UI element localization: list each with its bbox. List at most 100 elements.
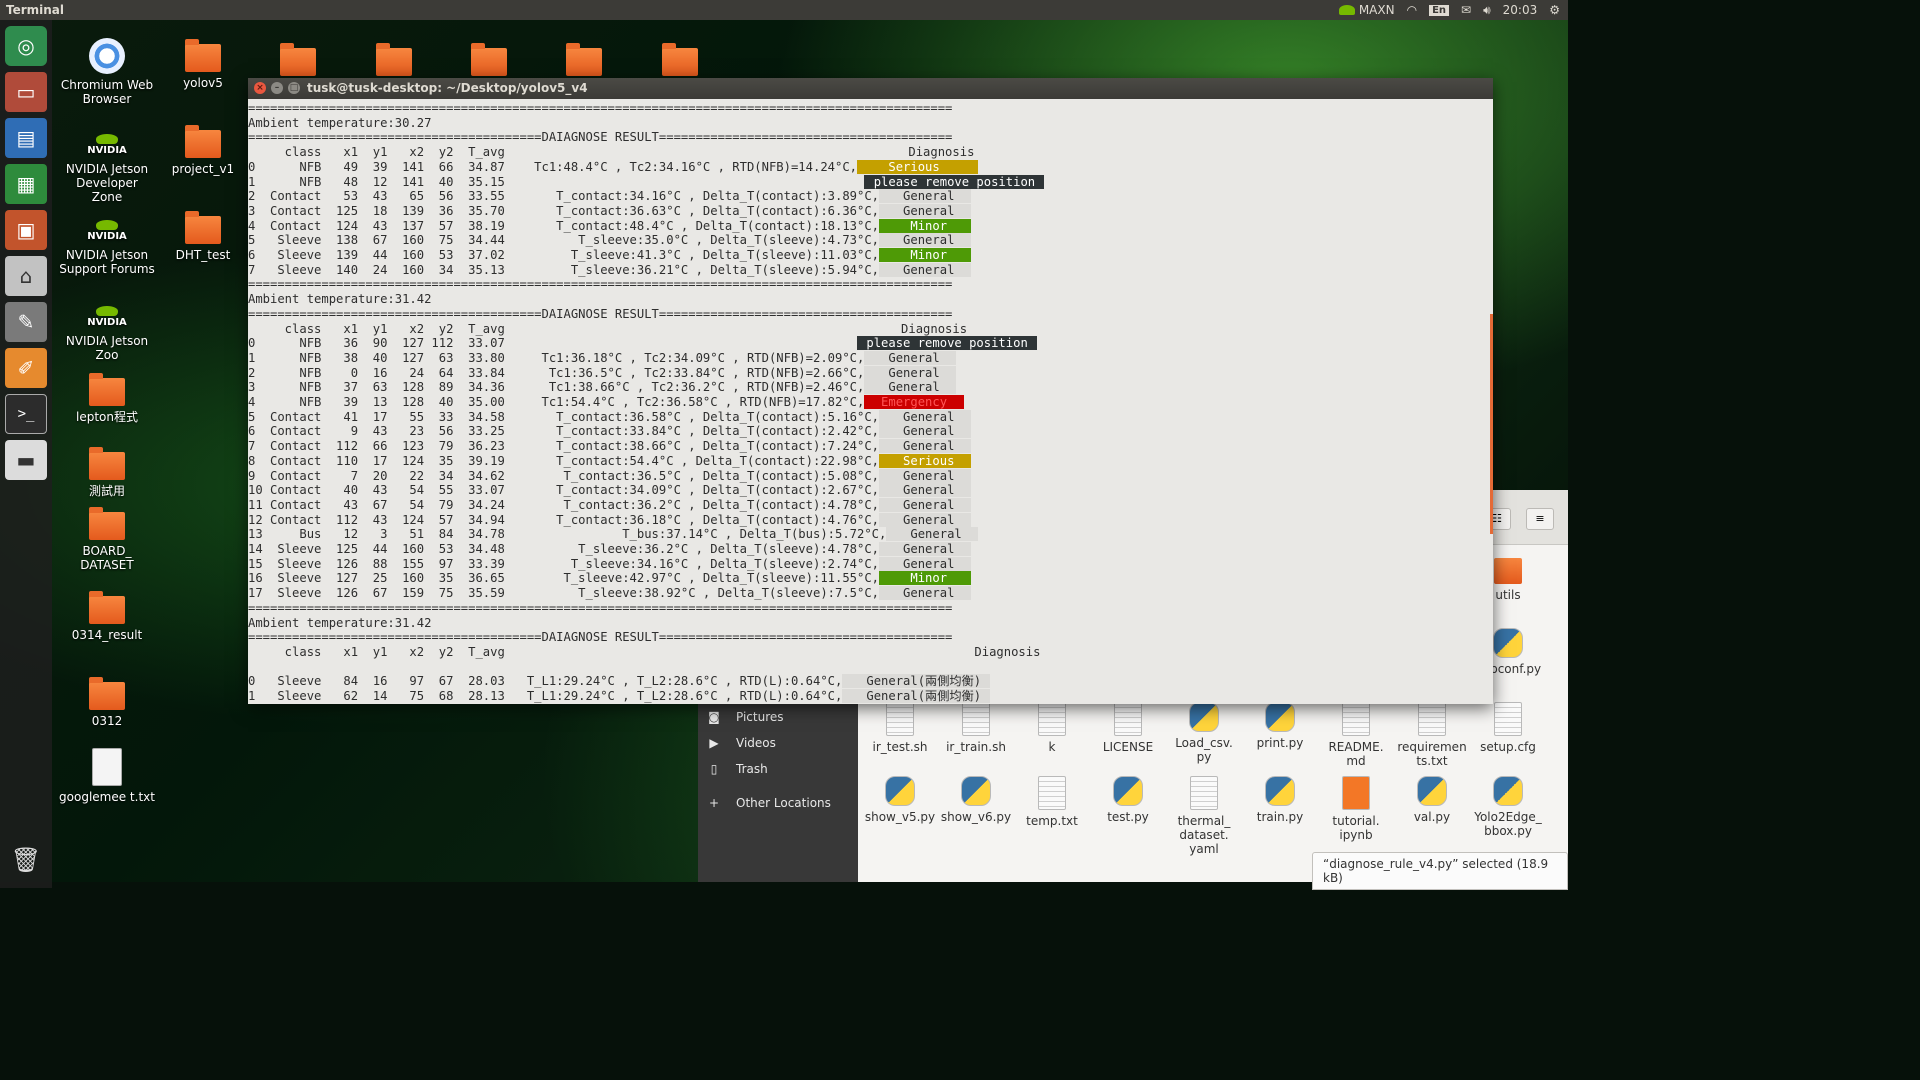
calc-icon[interactable]: ▦ — [5, 164, 47, 204]
folder-icon[interactable] — [471, 43, 507, 76]
file-item[interactable]: ir_test.sh — [862, 702, 938, 754]
terminal-line-text: 6 Contact 9 43 23 56 33.25 T_contact:33.… — [248, 424, 880, 439]
terminal-line: 0 Sleeve 84 16 97 67 28.03 T_L1:29.24°C … — [248, 674, 991, 689]
file-label: requiremen ts.txt — [1397, 740, 1467, 768]
folder-icon[interactable] — [566, 43, 602, 76]
file-item[interactable]: tutorial. ipynb — [1318, 776, 1394, 842]
desktop-icon-test-folder[interactable]: 測試用 — [59, 447, 155, 498]
terminal-line-text: 15 Sleeve 126 88 155 97 33.39 T_sleeve:3… — [248, 556, 880, 571]
terminal-output[interactable]: ========================================… — [248, 99, 1493, 704]
terminal-line-text: 7 Contact 112 66 123 79 36.23 T_contact:… — [248, 439, 880, 454]
desktop-icon-label: BOARD_ DATASET — [80, 544, 134, 572]
desktop-icon-jetson-zoo[interactable]: NVIDIA NVIDIA Jetson Zoo — [59, 306, 155, 362]
desktop-icon-label: yolov5 — [183, 76, 223, 90]
desktop-icon-0312[interactable]: 0312 — [59, 677, 155, 728]
file-label: README. md — [1328, 740, 1384, 768]
terminal-line-text: 7 Sleeve 140 24 160 34 35.13 T_sleeve:36… — [248, 262, 880, 277]
file-item[interactable]: val.py — [1394, 776, 1470, 824]
drive-icon[interactable]: ▬ — [5, 440, 47, 480]
software-center-icon[interactable]: ⌂ — [5, 256, 47, 296]
file-item[interactable]: Yolo2Edge_ bbox.py — [1470, 776, 1546, 838]
terminal-scrollbar[interactable] — [1490, 314, 1493, 534]
diagnosis-badge: General — [879, 189, 972, 204]
file-label: setup.cfg — [1480, 740, 1536, 754]
terminal-line-text: 8 Contact 110 17 124 35 39.19 T_contact:… — [248, 453, 880, 468]
python-file-icon — [1417, 776, 1447, 806]
desktop-icon-dht-test[interactable]: DHT_test — [155, 211, 251, 262]
terminal-line-text: class x1 y1 x2 y2 T_avg Diagnosis — [248, 321, 968, 336]
sidebar-item-trash[interactable]: ▯ Trash — [708, 762, 768, 776]
file-label: tutorial. ipynb — [1332, 814, 1380, 842]
desktop-icon-yolov5[interactable]: yolov5 — [155, 39, 251, 90]
nvidia-icon: NVIDIA — [87, 306, 127, 330]
text-editor-icon[interactable]: ✐ — [5, 348, 47, 388]
diagnosis-badge: please remove position — [864, 174, 1045, 189]
gear-icon[interactable]: ⚙ — [1549, 3, 1560, 17]
close-icon[interactable]: × — [254, 82, 266, 94]
text-file-icon — [1418, 702, 1446, 736]
terminal-line-text: 0 NFB 36 90 127 112 33.07 — [248, 336, 858, 351]
file-item[interactable]: show_v5.py — [862, 776, 938, 824]
menu-button[interactable]: ≡ — [1526, 508, 1554, 530]
file-label: show_v5.py — [864, 810, 936, 824]
terminal-line: Ambient temperature:31.42 — [248, 292, 431, 307]
terminal-titlebar[interactable]: × – □ tusk@tusk-desktop: ~/Desktop/yolov… — [248, 78, 1493, 99]
folder-icon — [185, 39, 221, 72]
file-item[interactable]: setup.cfg — [1470, 702, 1546, 754]
maximize-icon[interactable]: □ — [288, 82, 300, 94]
folder-icon[interactable] — [280, 43, 316, 76]
diagnosis-badge: General — [879, 424, 972, 439]
desktop-icon-0314-result[interactable]: 0314_result — [59, 591, 155, 642]
diagnosis-badge: General — [886, 527, 979, 542]
diagnosis-badge: General — [864, 380, 957, 395]
diagnosis-badge: General(兩側均衡) — [842, 674, 991, 689]
desktop-icon-label: project_v1 — [171, 162, 235, 176]
desktop-icon-lepton[interactable]: lepton程式 — [59, 373, 155, 424]
power-mode-indicator[interactable]: MAXN — [1338, 3, 1395, 17]
file-item[interactable]: Load_csv. py — [1166, 702, 1242, 764]
minimize-icon[interactable]: – — [271, 82, 283, 94]
diagnosis-badge: Emergency — [864, 395, 964, 409]
file-item[interactable]: train.py — [1242, 776, 1318, 824]
trash-icon[interactable]: 🗑︎ — [5, 840, 47, 880]
folder-icon[interactable] — [662, 43, 698, 76]
sidebar-item-other-locations[interactable]: + Other Locations — [708, 796, 831, 810]
file-item[interactable]: requiremen ts.txt — [1394, 702, 1470, 768]
file-item[interactable]: ir_train.sh — [938, 702, 1014, 754]
writer-icon[interactable]: ▤ — [5, 118, 47, 158]
folder-icon[interactable] — [376, 43, 412, 76]
desktop-icon-googlemeet-txt[interactable]: googlemee t.txt — [59, 748, 155, 804]
diagnosis-badge: Minor — [879, 248, 972, 262]
ubuntu-logo-icon[interactable]: ◎ — [5, 26, 47, 66]
file-item[interactable]: README. md — [1318, 702, 1394, 768]
keyboard-layout-indicator[interactable]: En — [1429, 4, 1450, 16]
sidebar-item-pictures[interactable]: ◙ Pictures — [708, 710, 783, 724]
file-item[interactable]: print.py — [1242, 702, 1318, 750]
desktop-icon-board-dataset[interactable]: BOARD_ DATASET — [59, 507, 155, 572]
file-item[interactable]: show_v6.py — [938, 776, 1014, 824]
desktop-icon-project-v1[interactable]: project_v1 — [155, 125, 251, 176]
impress-icon[interactable]: ▣ — [5, 210, 47, 250]
script-file-icon — [962, 702, 990, 736]
volume-icon[interactable]: 🔊︎ — [1483, 3, 1491, 18]
file-item[interactable]: temp.txt — [1014, 776, 1090, 828]
files-icon[interactable]: ▭ — [5, 72, 47, 112]
desktop-icon-jetson-forums[interactable]: NVIDIA NVIDIA Jetson Support Forums — [59, 220, 155, 276]
desktop-icon-jetson-dev-zone[interactable]: NVIDIA NVIDIA Jetson Developer Zone — [59, 134, 155, 204]
sidebar-item-videos[interactable]: ▶ Videos — [708, 736, 776, 750]
clock[interactable]: 20:03 — [1503, 3, 1538, 17]
desktop-icon-chromium[interactable]: Chromium Web Browser — [59, 38, 155, 106]
terminal-line-text: class x1 y1 x2 y2 T_avg Diagnosis — [248, 145, 975, 160]
file-item[interactable]: test.py — [1090, 776, 1166, 824]
settings-icon[interactable]: ✎ — [5, 302, 47, 342]
mail-icon[interactable]: ✉ — [1461, 3, 1471, 17]
file-item[interactable]: thermal_ dataset. yaml — [1166, 776, 1242, 856]
file-label: Load_csv. py — [1175, 736, 1233, 764]
top-panel: Terminal MAXN ◠ En ✉ 🔊︎ 20:03 ⚙ — [0, 0, 1568, 20]
sidebar-item-label: Other Locations — [736, 796, 831, 810]
wifi-icon[interactable]: ◠ — [1407, 3, 1417, 17]
terminal-icon[interactable]: >_ — [5, 394, 47, 434]
file-item[interactable]: LICENSE — [1090, 702, 1166, 754]
folder-icon — [89, 677, 125, 710]
file-item[interactable]: k — [1014, 702, 1090, 754]
